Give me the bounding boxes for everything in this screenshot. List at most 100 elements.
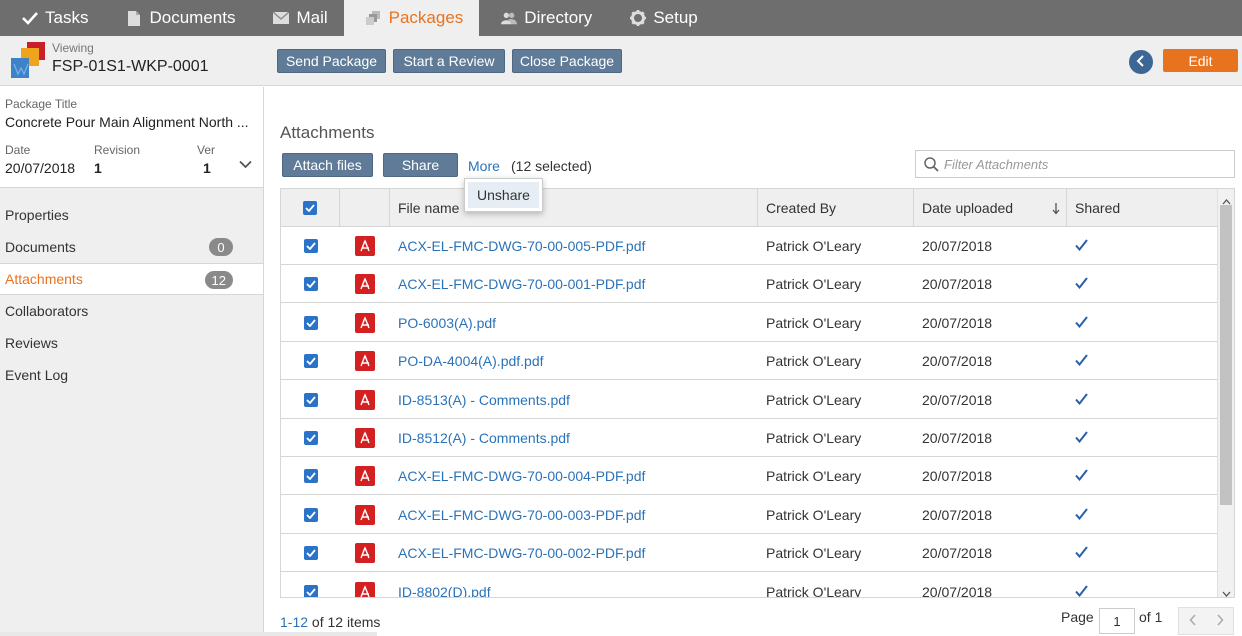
- row-checkbox[interactable]: [303, 584, 318, 597]
- file-name-link[interactable]: ACX-EL-FMC-DWG-70-00-001-PDF.pdf: [398, 276, 645, 292]
- sidebar-item-properties[interactable]: Properties: [0, 199, 263, 231]
- file-name-cell: ID-8512(A) - Comments.pdf: [390, 419, 758, 457]
- next-page-icon[interactable]: [1216, 613, 1224, 629]
- row-checkbox[interactable]: [303, 546, 318, 561]
- select-all-checkbox[interactable]: [303, 201, 317, 215]
- date-uploaded-cell: 20/07/2018: [922, 430, 993, 446]
- file-name-link[interactable]: ID-8512(A) - Comments.pdf: [398, 430, 570, 446]
- table-header: File name Created By Date uploaded Share…: [281, 189, 1219, 227]
- pdf-icon: [355, 428, 375, 448]
- nav-tab-tasks[interactable]: Tasks: [0, 0, 104, 36]
- sidebar-item-attachments[interactable]: Attachments 12: [0, 263, 263, 295]
- date-uploaded-cell: 20/07/2018: [922, 468, 993, 485]
- table-row[interactable]: ACX-EL-FMC-DWG-70-00-004-PDF.pdf Patrick …: [281, 457, 1219, 496]
- scroll-down-icon[interactable]: [1222, 584, 1231, 597]
- pdf-icon: [355, 581, 375, 597]
- created-by-column-header[interactable]: Created By: [758, 189, 914, 227]
- package-info: Package Title Concrete Pour Main Alignme…: [0, 87, 263, 188]
- table-row[interactable]: ACX-EL-FMC-DWG-70-00-001-PDF.pdf Patrick …: [281, 265, 1219, 304]
- created-by-cell: Patrick O'Leary: [766, 506, 862, 523]
- file-name-link[interactable]: ACX-EL-FMC-DWG-70-00-002-PDF.pdf: [398, 545, 645, 561]
- attach-files-button[interactable]: Attach files: [282, 153, 373, 177]
- row-checkbox[interactable]: [303, 239, 318, 253]
- date-uploaded-cell: 20/07/2018: [922, 506, 993, 523]
- created-by-cell: Patrick O'Leary: [766, 314, 862, 331]
- page-number-input[interactable]: [1099, 608, 1135, 634]
- table-row[interactable]: ACX-EL-FMC-DWG-70-00-005-PDF.pdf Patrick …: [281, 227, 1219, 265]
- created-by-cell: Patrick O'Leary: [766, 583, 862, 598]
- nav-tab-mail[interactable]: Mail: [251, 0, 343, 36]
- table-row[interactable]: ID-8513(A) - Comments.pdf Patrick O'Leary…: [281, 380, 1219, 419]
- nav-tab-label: Documents: [149, 8, 236, 27]
- row-select-cell: [281, 381, 340, 419]
- row-select-cell: [281, 304, 340, 342]
- close-package-button[interactable]: Close Package: [512, 49, 622, 73]
- scrollbar-thumb[interactable]: [1220, 205, 1232, 505]
- nav-tab-directory[interactable]: Directory: [479, 0, 608, 36]
- filter-attachments-input[interactable]: [944, 155, 1229, 173]
- file-name-link[interactable]: ACX-EL-FMC-DWG-70-00-003-PDF.pdf: [398, 507, 645, 523]
- more-link[interactable]: More: [468, 158, 500, 174]
- row-checkbox[interactable]: [303, 469, 318, 484]
- sidebar-item-collaborators[interactable]: Collaborators: [0, 295, 263, 327]
- file-name-link[interactable]: PO-6003(A).pdf: [398, 315, 496, 331]
- table-row[interactable]: ACX-EL-FMC-DWG-70-00-003-PDF.pdf Patrick …: [281, 495, 1219, 534]
- unshare-menu-item[interactable]: Unshare: [468, 182, 539, 208]
- checkmark-icon: [1075, 315, 1088, 331]
- nav-tab-setup[interactable]: Setup: [608, 0, 713, 36]
- column-label: File name: [398, 200, 460, 216]
- prev-page-icon[interactable]: [1188, 613, 1197, 629]
- nav-tab-packages[interactable]: Packages: [343, 0, 480, 36]
- row-checkbox[interactable]: [303, 315, 318, 330]
- chevron-down-icon[interactable]: [239, 156, 252, 172]
- file-name-link[interactable]: ID-8802(D).pdf: [398, 584, 491, 597]
- edit-button[interactable]: Edit: [1163, 49, 1238, 72]
- table-row[interactable]: ACX-EL-FMC-DWG-70-00-002-PDF.pdf Patrick …: [281, 534, 1219, 573]
- file-name-cell: ACX-EL-FMC-DWG-70-00-003-PDF.pdf: [390, 496, 758, 534]
- item-count: 1-12 of 12 items: [280, 614, 380, 630]
- table-row[interactable]: ID-8512(A) - Comments.pdf Patrick O'Leary…: [281, 419, 1219, 457]
- file-name-link[interactable]: PO-DA-4004(A).pdf.pdf: [398, 353, 544, 369]
- row-select-cell: [281, 496, 340, 534]
- pdf-icon: [355, 543, 375, 564]
- shared-column-header[interactable]: Shared: [1067, 189, 1219, 227]
- nav-tab-documents[interactable]: Documents: [104, 0, 251, 36]
- table-scrollbar[interactable]: [1217, 189, 1234, 597]
- date-value: 20/07/2018: [5, 160, 76, 176]
- pagination-nav: [1178, 607, 1234, 635]
- sidebar-item-event-log[interactable]: Event Log: [0, 359, 263, 391]
- row-checkbox[interactable]: [303, 431, 318, 445]
- sidebar-item-documents[interactable]: Documents 0: [0, 231, 263, 263]
- date-uploaded-column-header[interactable]: Date uploaded: [914, 189, 1067, 227]
- package-title-value: Concrete Pour Main Alignment North ...: [5, 114, 249, 130]
- gear-icon: [630, 10, 647, 26]
- nav-tab-label: Directory: [524, 8, 593, 27]
- back-button[interactable]: [1129, 50, 1153, 74]
- file-name-cell: ACX-EL-FMC-DWG-70-00-002-PDF.pdf: [390, 534, 758, 572]
- top-navigation: Tasks Documents Mail Packages Directory …: [0, 0, 1242, 36]
- file-name-column-header[interactable]: File name: [390, 189, 758, 227]
- table-row[interactable]: PO-DA-4004(A).pdf.pdf Patrick O'Leary 20/0…: [281, 342, 1219, 381]
- table-row[interactable]: PO-6003(A).pdf Patrick O'Leary 20/07/2018: [281, 303, 1219, 342]
- start-review-button[interactable]: Start a Review: [393, 49, 505, 73]
- row-checkbox[interactable]: [303, 277, 318, 292]
- select-all-cell: [281, 189, 340, 227]
- table-row[interactable]: ID-8802(D).pdf Patrick O'Leary 20/07/2018: [281, 572, 1219, 598]
- check-icon: [22, 10, 38, 26]
- sidebar-item-reviews[interactable]: Reviews: [0, 327, 263, 359]
- row-checkbox[interactable]: [303, 507, 318, 522]
- file-name-link[interactable]: ID-8513(A) - Comments.pdf: [398, 392, 570, 408]
- file-name-link[interactable]: ACX-EL-FMC-DWG-70-00-004-PDF.pdf: [398, 468, 645, 484]
- row-checkbox[interactable]: [303, 392, 318, 407]
- row-checkbox[interactable]: [303, 354, 318, 369]
- ver-value: 1: [203, 160, 211, 176]
- sidebar-item-label: Event Log: [5, 367, 69, 383]
- file-name-link[interactable]: ACX-EL-FMC-DWG-70-00-005-PDF.pdf: [398, 238, 645, 254]
- column-label: Created By: [766, 200, 837, 216]
- row-select-cell: [281, 265, 340, 303]
- share-button[interactable]: Share: [383, 153, 458, 177]
- shared-cell: [1067, 534, 1219, 572]
- send-package-button[interactable]: Send Package: [277, 49, 386, 73]
- nav-tab-label: Packages: [388, 8, 464, 27]
- created-by-cell: Patrick O'Leary: [766, 238, 862, 254]
